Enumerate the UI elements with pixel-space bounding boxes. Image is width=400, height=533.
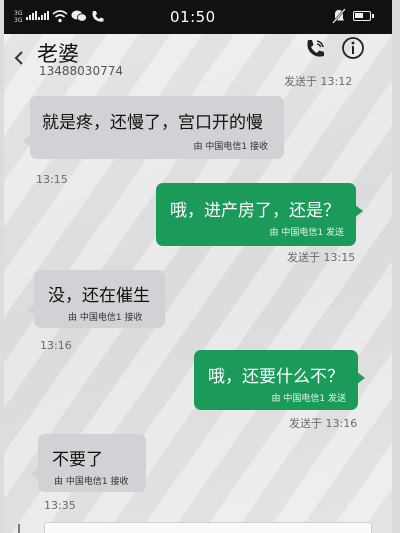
message-carrier: 由 中国电信1 接收	[54, 477, 129, 487]
message-text: 没，还在催生	[48, 286, 150, 306]
message-time: 发送于 13:16	[289, 417, 358, 430]
sim2-label: 3G	[14, 17, 23, 24]
battery-icon	[353, 11, 374, 21]
chat-icon	[71, 10, 87, 22]
call-icon	[92, 11, 104, 22]
message-time: 发送于 13:12	[284, 75, 353, 88]
message-carrier: 由 中国电信1 接收	[193, 142, 268, 152]
back-icon[interactable]	[13, 50, 25, 66]
message-bubble-received[interactable]: 不要了 由 中国电信1 接收	[31, 434, 146, 492]
message-bubble-received[interactable]: 就是疼，还慢了，宫口开的慢 由 中国电信1 接收	[23, 96, 284, 159]
message-text: 哦，还要什么不？	[208, 367, 344, 387]
info-icon[interactable]	[341, 36, 365, 60]
message-carrier: 由 中国电信1 发送	[271, 394, 346, 404]
message-carrier: 由 中国电信1 接收	[68, 313, 143, 323]
phone-screen: 3G 3G 01:50 老婆 13488030774 发送于 13:12 就是疼…	[4, 0, 392, 533]
status-time: 01:50	[170, 8, 216, 26]
mute-icon	[332, 8, 346, 24]
message-input[interactable]	[44, 522, 372, 533]
message-time: 13:35	[44, 499, 76, 512]
message-time: 发送于 13:15	[287, 251, 356, 264]
message-bubble-sent[interactable]: 哦，还要什么不？ 由 中国电信1 发送	[194, 350, 365, 410]
signal-icon-2	[38, 11, 49, 20]
signal-icon	[26, 11, 37, 20]
attachment-button[interactable]	[18, 524, 20, 533]
message-time: 13:15	[36, 173, 68, 186]
message-text: 就是疼，还慢了，宫口开的慢	[42, 113, 263, 133]
contact-number: 13488030774	[39, 64, 123, 78]
message-text: 哦，进产房了，还是？	[170, 201, 340, 221]
wifi-icon	[52, 10, 68, 23]
phone-call-icon[interactable]	[304, 38, 326, 60]
status-bar: 3G 3G 01:50	[4, 0, 392, 34]
message-time: 13:16	[40, 339, 72, 352]
battery-level	[355, 13, 363, 18]
message-bubble-received[interactable]: 没，还在催生 由 中国电信1 接收	[27, 270, 165, 328]
message-carrier: 由 中国电信1 发送	[269, 228, 344, 238]
message-bubble-sent[interactable]: 哦，进产房了，还是？ 由 中国电信1 发送	[156, 183, 363, 246]
message-text: 不要了	[52, 450, 103, 470]
